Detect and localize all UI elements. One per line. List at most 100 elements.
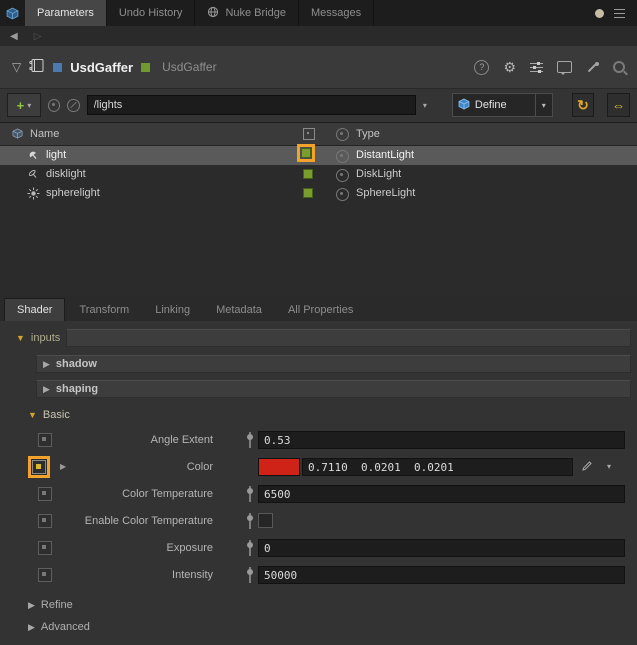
name-column-header[interactable]: Name bbox=[30, 128, 59, 140]
expand-triangle-icon[interactable]: ▶ bbox=[43, 359, 50, 370]
param-row-color-temperature: Color Temperature bbox=[0, 483, 637, 505]
color-swatch[interactable] bbox=[258, 458, 300, 476]
node-title: UsdGaffer bbox=[70, 60, 133, 75]
group-label: Basic bbox=[43, 409, 70, 421]
collapse-triangle-icon[interactable]: ▼ bbox=[16, 333, 25, 343]
tab-label: Nuke Bridge bbox=[225, 7, 286, 19]
path-bar: + ▾ ▾ Define ▾ ↻ ⇔ bbox=[0, 88, 637, 122]
node-header: ▽ UsdGaffer UsdGaffer ? ⚙ bbox=[0, 46, 637, 89]
param-state-badge[interactable] bbox=[38, 487, 52, 501]
param-label: Color Temperature bbox=[64, 488, 213, 500]
param-label: Angle Extent bbox=[64, 434, 213, 446]
disk-light-icon bbox=[27, 168, 40, 184]
group-basic[interactable]: ▼ Basic bbox=[28, 406, 631, 424]
angle-extent-input[interactable] bbox=[258, 431, 625, 449]
forward-arrow-icon[interactable]: ▷ bbox=[34, 31, 42, 42]
local-value-badge[interactable] bbox=[32, 460, 46, 474]
gear-icon[interactable]: ⚙ bbox=[503, 60, 516, 74]
define-dropdown[interactable]: Define ▾ bbox=[452, 93, 553, 117]
color-picker-pencil-icon[interactable] bbox=[581, 460, 593, 475]
expand-triangle-icon[interactable]: ▶ bbox=[28, 600, 35, 611]
node-enabled-badge[interactable] bbox=[141, 63, 150, 72]
add-location-button[interactable]: + ▾ bbox=[7, 93, 41, 117]
group-header-bar: ▶ shaping bbox=[36, 380, 631, 398]
param-state-badge[interactable] bbox=[38, 541, 52, 555]
type-column-header[interactable]: Type bbox=[356, 128, 380, 140]
param-state-badge[interactable] bbox=[38, 514, 52, 528]
define-dropdown-arrow[interactable]: ▾ bbox=[535, 94, 552, 116]
expand-triangle-icon[interactable]: ▶ bbox=[43, 384, 50, 395]
value-state-widget[interactable] bbox=[246, 540, 254, 556]
chevron-down-icon: ▾ bbox=[27, 101, 31, 110]
node-collapse-icon[interactable]: ▽ bbox=[12, 60, 21, 74]
color-values-input[interactable] bbox=[302, 458, 573, 476]
enable-color-temperature-checkbox[interactable] bbox=[258, 513, 273, 528]
visibility-toggle-icon[interactable] bbox=[336, 150, 349, 163]
param-state-badge[interactable] bbox=[38, 433, 52, 447]
group-inputs[interactable]: ▼ inputs bbox=[16, 329, 631, 347]
color-options-dropdown-icon[interactable]: ▾ bbox=[607, 462, 611, 471]
node-subtitle: UsdGaffer bbox=[162, 60, 216, 74]
group-header-bar bbox=[66, 329, 631, 347]
collapse-triangle-icon[interactable]: ▼ bbox=[28, 410, 37, 420]
help-icon[interactable]: ? bbox=[474, 60, 489, 75]
value-state-widget[interactable] bbox=[246, 567, 254, 583]
group-shadow[interactable]: ▶ shadow bbox=[36, 355, 631, 373]
scene-path-input[interactable] bbox=[87, 95, 416, 115]
color-temperature-input[interactable] bbox=[258, 485, 625, 503]
annotation-highlight-box bbox=[28, 456, 50, 478]
name-column-icon bbox=[12, 128, 23, 142]
record-dot-icon[interactable] bbox=[595, 9, 604, 18]
group-label: shadow bbox=[56, 358, 97, 370]
expand-triangle-icon[interactable]: ▶ bbox=[28, 622, 35, 633]
visibility-toggle-icon[interactable] bbox=[336, 169, 349, 182]
intensity-input[interactable] bbox=[258, 566, 625, 584]
param-row-intensity: Intensity bbox=[0, 564, 637, 586]
visibility-toggle-icon[interactable] bbox=[336, 188, 349, 201]
table-row-disklight[interactable]: disklight DiskLight bbox=[0, 165, 637, 184]
group-refine[interactable]: ▶ Refine bbox=[28, 597, 637, 613]
enabled-badge[interactable] bbox=[301, 148, 311, 158]
enabled-badge[interactable] bbox=[303, 169, 313, 179]
enabled-badge[interactable] bbox=[303, 188, 313, 198]
table-row-spherelight[interactable]: spherelight SphereLight bbox=[0, 184, 637, 203]
group-label: Refine bbox=[41, 599, 73, 611]
light-list-table: Name Type light DistantLight disklight D… bbox=[0, 122, 637, 296]
double-arrow-icon: ⇔ bbox=[612, 98, 625, 113]
tab-parameters[interactable]: Parameters bbox=[25, 0, 107, 26]
panel-menu-icon[interactable] bbox=[614, 9, 625, 18]
back-arrow-icon[interactable]: ◀ bbox=[10, 31, 18, 42]
light-type: DiskLight bbox=[356, 168, 401, 180]
visibility-column-icon[interactable] bbox=[336, 128, 349, 141]
enable-column-icon[interactable] bbox=[303, 128, 315, 140]
search-icon[interactable] bbox=[613, 61, 625, 73]
tab-shader[interactable]: Shader bbox=[4, 298, 65, 321]
path-dropdown-icon[interactable]: ▾ bbox=[423, 101, 427, 110]
value-state-widget[interactable] bbox=[246, 432, 254, 448]
tab-metadata[interactable]: Metadata bbox=[204, 299, 274, 321]
tab-undo-history[interactable]: Undo History bbox=[107, 0, 196, 26]
sync-toggle-icon[interactable] bbox=[67, 99, 79, 112]
value-state-widget[interactable] bbox=[246, 513, 254, 529]
exposure-input[interactable] bbox=[258, 539, 625, 557]
sliders-icon[interactable] bbox=[530, 62, 543, 73]
refresh-button[interactable]: ↻ bbox=[572, 93, 595, 117]
pin-wand-icon[interactable] bbox=[586, 61, 599, 74]
parameter-tabs: Shader Transform Linking Metadata All Pr… bbox=[0, 295, 637, 322]
tab-transform[interactable]: Transform bbox=[67, 299, 141, 321]
globe-icon bbox=[207, 6, 219, 21]
tab-messages[interactable]: Messages bbox=[299, 0, 374, 26]
group-shaping[interactable]: ▶ shaping bbox=[36, 380, 631, 398]
param-state-badge[interactable] bbox=[38, 568, 52, 582]
group-label: Advanced bbox=[41, 621, 90, 633]
value-state-widget[interactable] bbox=[246, 486, 254, 502]
comment-bubble-icon[interactable] bbox=[557, 61, 572, 73]
watch-toggle-icon[interactable] bbox=[48, 99, 60, 112]
tab-all-properties[interactable]: All Properties bbox=[276, 299, 365, 321]
tab-label: Transform bbox=[79, 304, 129, 316]
tab-linking[interactable]: Linking bbox=[143, 299, 202, 321]
table-row-light[interactable]: light DistantLight bbox=[0, 146, 637, 165]
expand-collapse-button[interactable]: ⇔ bbox=[607, 93, 630, 117]
group-advanced[interactable]: ▶ Advanced bbox=[28, 619, 637, 635]
tab-nuke-bridge[interactable]: Nuke Bridge bbox=[195, 0, 299, 26]
